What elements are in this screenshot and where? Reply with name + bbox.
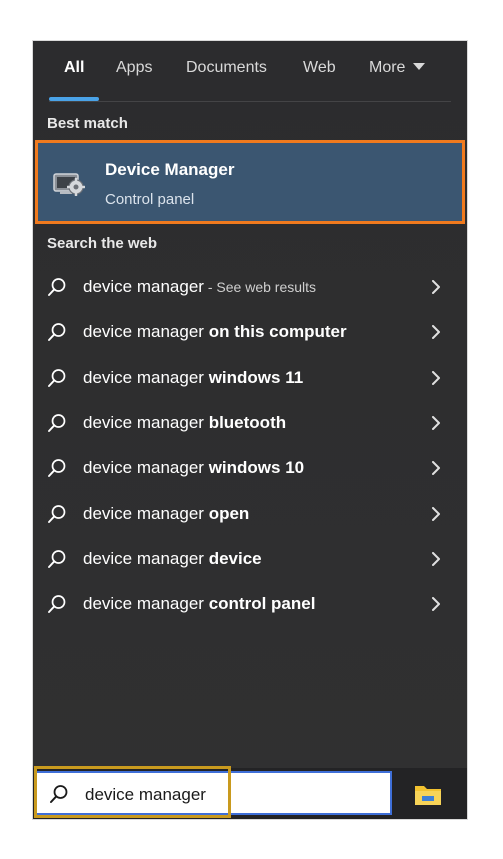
result-query: device manager xyxy=(83,277,204,296)
search-icon xyxy=(48,550,66,568)
web-result-item[interactable]: device manager open xyxy=(33,494,467,534)
tab-more[interactable]: More xyxy=(369,59,426,81)
web-result-text: device manager windows 10 xyxy=(83,458,304,478)
search-icon xyxy=(48,278,66,296)
chevron-right-icon xyxy=(432,507,440,521)
result-query: device manager xyxy=(83,458,204,477)
web-result-text: device manager bluetooth xyxy=(83,413,286,433)
best-match-title: Device Manager xyxy=(105,160,235,179)
tabs-divider xyxy=(49,101,451,102)
search-text-highlight xyxy=(34,766,231,818)
search-web-heading: Search the web xyxy=(47,235,158,252)
chevron-right-icon xyxy=(432,416,440,430)
chevron-right-icon xyxy=(432,461,440,475)
result-suggestion: control panel xyxy=(203,594,316,613)
result-query: device manager xyxy=(83,504,204,523)
start-search-panel: All Apps Documents Web More Best match D… xyxy=(33,41,467,819)
chevron-right-icon xyxy=(432,371,440,385)
web-result-item[interactable]: device manager bluetooth xyxy=(33,403,467,443)
best-match-heading: Best match xyxy=(47,115,128,132)
result-suggestion: windows 11 xyxy=(203,368,304,387)
web-result-item[interactable]: device manager windows 10 xyxy=(33,448,467,488)
chevron-right-icon xyxy=(432,552,440,566)
tab-documents[interactable]: Documents xyxy=(186,59,267,81)
best-match-result[interactable]: Device Manager Control panel xyxy=(35,140,465,224)
result-hint: - See web results xyxy=(203,279,317,295)
web-result-text: device manager windows 11 xyxy=(83,368,303,388)
search-icon xyxy=(48,323,66,341)
result-query: device manager xyxy=(83,322,204,341)
file-explorer-icon[interactable] xyxy=(413,780,443,808)
chevron-right-icon xyxy=(432,325,440,339)
web-result-item[interactable]: device manager device xyxy=(33,539,467,579)
web-result-text: device manager control panel xyxy=(83,594,315,614)
web-result-item[interactable]: device manager control panel xyxy=(33,584,467,624)
caret-down-icon xyxy=(413,63,426,70)
chevron-right-icon xyxy=(432,597,440,611)
tab-more-label: More xyxy=(369,59,406,76)
web-result-text: device manager - See web results xyxy=(83,277,316,297)
web-result-text: device manager on this computer xyxy=(83,322,347,342)
search-icon xyxy=(48,369,66,387)
result-query: device manager xyxy=(83,413,204,432)
result-query: device manager xyxy=(83,368,204,387)
result-query: device manager xyxy=(83,594,204,613)
search-icon xyxy=(48,505,66,523)
web-result-text: device manager open xyxy=(83,504,249,524)
result-suggestion: bluetooth xyxy=(203,413,287,432)
tab-apps[interactable]: Apps xyxy=(116,59,152,81)
best-match-subtitle: Control panel xyxy=(105,191,195,208)
result-suggestion: device xyxy=(203,549,262,568)
tab-all[interactable]: All xyxy=(64,59,84,81)
tab-web[interactable]: Web xyxy=(303,59,336,81)
web-result-item[interactable]: device manager on this computer xyxy=(33,312,467,352)
search-icon xyxy=(48,595,66,613)
search-tabs: All Apps Documents Web More xyxy=(33,41,467,102)
result-suggestion: windows 10 xyxy=(203,458,305,477)
web-result-item[interactable]: device manager - See web results xyxy=(33,267,467,307)
search-icon xyxy=(48,459,66,477)
result-suggestion: on this computer xyxy=(203,322,347,341)
chevron-right-icon xyxy=(432,280,440,294)
result-suggestion: open xyxy=(203,504,250,523)
web-result-item[interactable]: device manager windows 11 xyxy=(33,358,467,398)
web-result-text: device manager device xyxy=(83,549,262,569)
device-manager-icon xyxy=(53,173,85,196)
result-query: device manager xyxy=(83,549,204,568)
search-icon xyxy=(48,414,66,432)
